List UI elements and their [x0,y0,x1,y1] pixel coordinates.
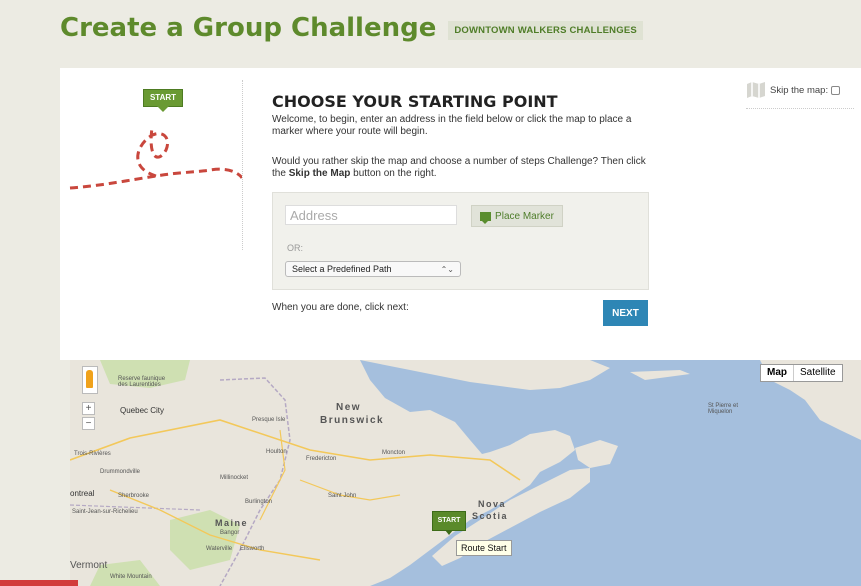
map-type-control: Map Satellite [760,364,843,382]
zoom-out-button[interactable]: − [82,417,95,430]
next-button[interactable]: NEXT [603,300,648,326]
address-form: Place Marker OR: Select a Predefined Pat… [272,192,649,290]
skip-map-checkbox[interactable] [831,86,841,95]
map-label-nova-scotia-1: Nova [478,499,507,509]
route-start-tooltip: Route Start [456,540,512,556]
map-label-quebec-city: Quebec City [120,406,165,415]
map-label-trois-rivieres: Trois-Rivières [74,451,111,457]
map-type-map-button[interactable]: Map [761,365,794,381]
zoom-in-button[interactable]: + [82,402,95,415]
map-label-drummondville: Drummondville [100,469,141,475]
map-label-saint-john: Saint John [328,493,357,499]
map-label-bangor: Bangor [220,530,240,536]
predefined-path-select[interactable]: Select a Predefined Path ⌃⌄ [285,261,461,277]
pegman-icon [86,370,93,388]
map-label-montreal: ontreal [70,489,95,498]
map-label-moncton: Moncton [382,450,406,456]
map-label-new-brunswick-2: Brunswick [320,415,385,426]
skip-instructions-post: button on the right. [350,168,437,179]
map-label-waterville: Waterville [206,546,233,552]
predefined-path-value: Select a Predefined Path [292,264,392,274]
map-label-vermont: Vermont [70,560,108,571]
start-flag-icon: START [143,89,183,112]
map-label-houlton: Houlton [266,449,287,455]
skip-map-label: Skip the map: [770,85,829,96]
speech-marker-icon [480,211,492,224]
folded-map-icon [747,82,765,98]
map-label-reserve: Reserve faunique des Laurentides [118,376,166,388]
done-text: When you are done, click next: [272,302,409,313]
start-point-panel: START CHOOSE YOUR STARTING POINT Welcome… [60,68,861,360]
vertical-divider [242,80,243,250]
skip-instructions-bold: Skip the Map [288,168,351,179]
map-label-ellsworth: Ellsworth [240,546,265,552]
map-label-new-brunswick-1: New [336,402,362,413]
street-view-pegman[interactable] [82,366,98,394]
or-label: OR: [287,243,304,253]
intro-text: Welcome, to begin, enter an address in t… [272,114,632,137]
section-title: CHOOSE YOUR STARTING POINT [272,92,558,111]
map-label-burlington: Burlington [245,499,273,505]
map-label-nova-scotia-2: Scotia [472,511,509,521]
zoom-control: + − [82,402,95,430]
map-label-maine: Maine [215,518,249,528]
group-tag[interactable]: DOWNTOWN WALKERS CHALLENGES [448,20,643,40]
route-map[interactable]: Reserve faunique des Laurentides Quebec … [70,360,861,586]
map-label-fredericton: Fredericton [306,456,337,462]
map-label-millinocket: Millinocket [220,475,249,481]
page-header: Create a Group Challenge DOWNTOWN WALKER… [60,8,643,48]
select-arrows-icon: ⌃⌄ [440,264,454,274]
map-label-saint-jean: Saint-Jean-sur-Richelieu [72,509,138,515]
address-input[interactable] [285,205,457,225]
map-label-presque-isle: Presque Isle [252,417,286,423]
map-type-satellite-button[interactable]: Satellite [794,365,842,381]
place-marker-label: Place Marker [495,210,554,222]
map-label-st-pierre: St Pierre et Miquelon [708,403,739,415]
place-marker-button[interactable]: Place Marker [471,205,563,227]
map-label-white-mountain: White Mountain [110,574,152,580]
map-label-sherbrooke: Sherbrooke [118,493,150,499]
skip-instructions: Would you rather skip the map and choose… [272,156,662,180]
page-title: Create a Group Challenge [60,13,437,43]
bottom-red-bar [0,580,78,586]
start-marker-icon[interactable]: START [432,511,466,535]
skip-map-control: Skip the map: [746,82,854,109]
